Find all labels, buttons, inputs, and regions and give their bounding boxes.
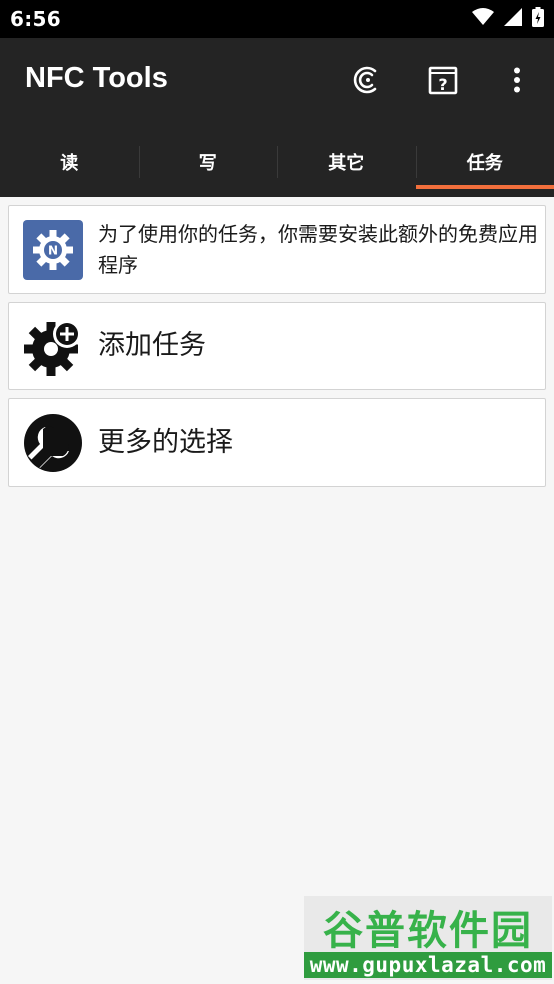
watermark-title: 谷普软件园 <box>323 908 533 954</box>
tab-read[interactable]: 读 <box>0 126 139 197</box>
tab-bar: 读 写 其它 任务 <box>0 126 554 197</box>
status-icons <box>472 7 544 31</box>
more-options-label: 更多的选择 <box>98 427 233 458</box>
nfc-tasks-app-icon: N <box>23 220 83 280</box>
svg-text:N: N <box>48 244 58 258</box>
add-task-card[interactable]: 添加任务 <box>8 302 546 390</box>
tab-label: 读 <box>60 152 79 174</box>
signal-icon <box>504 8 522 30</box>
more-options-card[interactable]: 更多的选择 <box>8 398 546 487</box>
status-time: 6:56 <box>10 7 61 31</box>
help-button[interactable]: ? <box>419 58 467 106</box>
tab-tasks[interactable]: 任务 <box>415 126 554 197</box>
gear-add-icon <box>23 317 83 377</box>
nfc-scan-icon <box>353 65 383 99</box>
tab-other[interactable]: 其它 <box>277 126 416 197</box>
more-vert-icon <box>513 67 521 97</box>
tab-write[interactable]: 写 <box>138 126 278 197</box>
add-task-label: 添加任务 <box>98 330 206 361</box>
watermark-url: www.gupuxlazal.com <box>304 952 552 978</box>
status-bar: 6:56 <box>0 0 554 38</box>
tab-label: 任务 <box>466 152 503 174</box>
install-tasks-app-card[interactable]: N 为了使用你的任务，你需要安装此额外的免费应用程序 <box>8 205 546 294</box>
nfc-scan-button[interactable] <box>344 58 392 106</box>
app-title: NFC Tools <box>25 62 168 94</box>
svg-text:?: ? <box>438 75 447 94</box>
tab-label: 其它 <box>328 152 365 174</box>
more-options-button[interactable] <box>493 58 541 106</box>
wrench-icon <box>23 413 83 473</box>
watermark-logo: 谷普软件园 www.gupuxlazal.com <box>304 896 552 980</box>
app-bar: NFC Tools ? <box>0 38 554 126</box>
install-tasks-app-text: 为了使用你的任务，你需要安装此额外的免费应用程序 <box>98 222 538 277</box>
wifi-icon <box>472 8 494 30</box>
tab-label: 写 <box>198 152 217 174</box>
battery-icon <box>532 7 544 31</box>
help-book-icon: ? <box>428 65 458 99</box>
